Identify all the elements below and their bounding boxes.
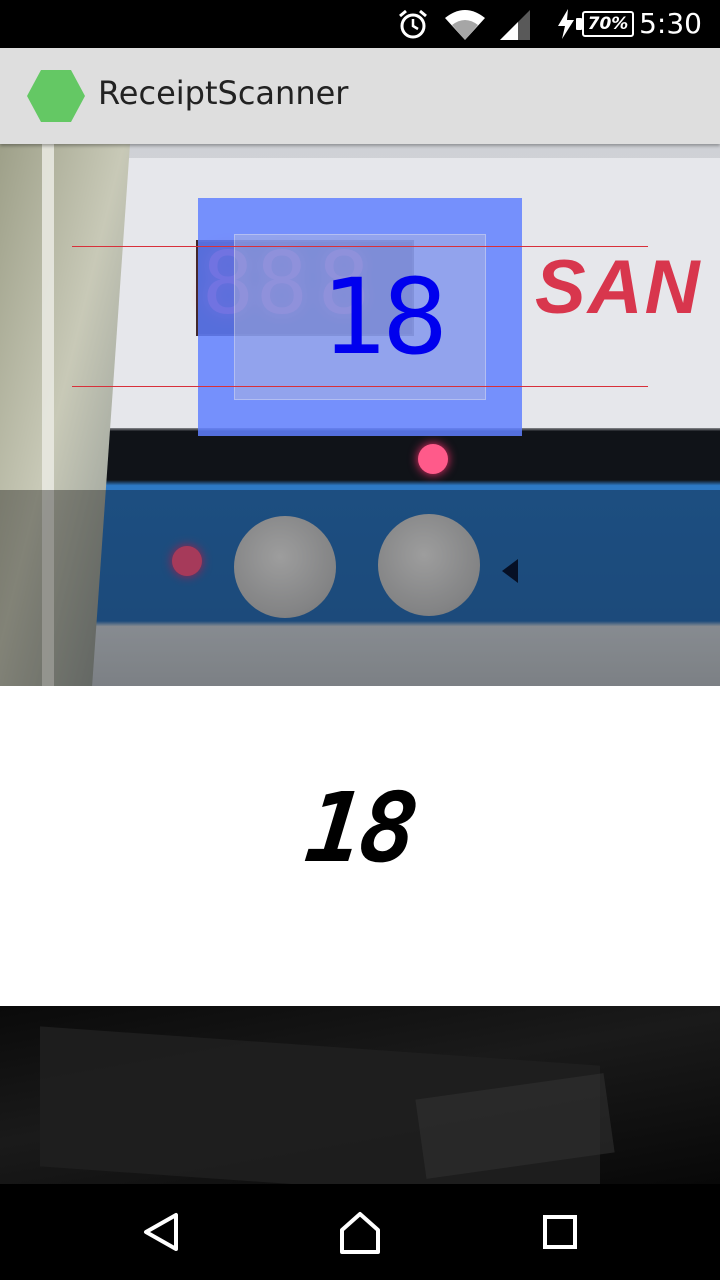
home-icon[interactable] — [330, 1202, 390, 1262]
back-icon[interactable] — [130, 1202, 190, 1262]
camera-lower-area — [0, 1006, 720, 1184]
binarized-preview: 18 — [0, 686, 720, 1006]
wifi-icon — [445, 10, 485, 40]
ocr-result: 18 — [321, 256, 448, 378]
nav-bar — [0, 1184, 720, 1280]
dim-overlay — [0, 490, 720, 686]
app-title: ReceiptScanner — [98, 74, 349, 112]
battery-percent: 70% — [587, 14, 629, 34]
binarized-text: 18 — [300, 772, 420, 884]
charging-icon — [558, 9, 574, 39]
alarm-icon — [399, 9, 427, 39]
camera-preview[interactable]: 8 8 8 SAN 18 — [0, 144, 720, 686]
hexagon-logo-icon — [27, 70, 85, 122]
battery-icon: 70% — [582, 11, 634, 37]
status-bar: 70% 5:30 — [0, 0, 720, 48]
indicator-led — [418, 444, 448, 474]
recents-icon[interactable] — [530, 1202, 590, 1262]
signal-icon — [500, 10, 530, 40]
app-bar: ReceiptScanner — [0, 48, 720, 144]
status-time: 5:30 — [639, 7, 702, 40]
brand-logo: SAN — [535, 245, 702, 330]
